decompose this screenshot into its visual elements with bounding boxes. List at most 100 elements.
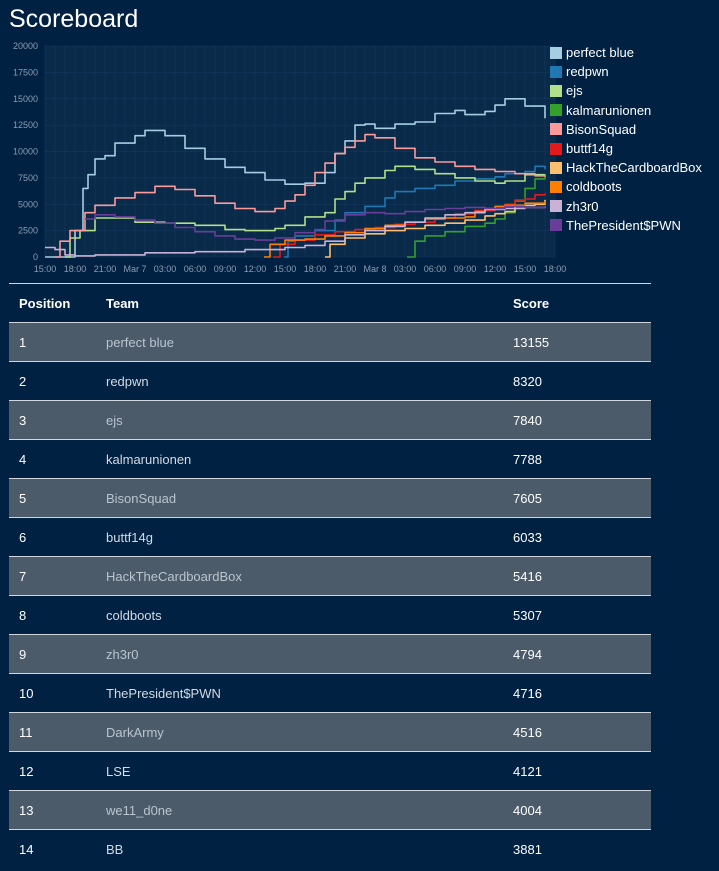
scoreboard-table: Position Team Score 1 perfect blue 13155 2 r… bbox=[9, 283, 651, 868]
legend-label: zh3r0 bbox=[566, 198, 599, 214]
legend-swatch bbox=[550, 200, 562, 213]
table-row: 10 ThePresident$PWN 4716 bbox=[9, 673, 651, 713]
legend-swatch bbox=[550, 123, 562, 136]
row-position: 13 bbox=[9, 790, 96, 830]
row-score: 4004 bbox=[503, 790, 651, 830]
legend-item[interactable]: kalmarunionen bbox=[550, 101, 702, 120]
y-tick-label: 20000 bbox=[13, 41, 38, 51]
table-row: 14 BB 3881 bbox=[9, 829, 651, 868]
table-row: 7 HackTheCardboardBox 5416 bbox=[9, 556, 651, 596]
legend-label: perfect blue bbox=[566, 45, 634, 61]
header-score[interactable]: Score bbox=[503, 283, 651, 323]
x-tick-label: 12:00 bbox=[244, 264, 267, 274]
header-team[interactable]: Team bbox=[96, 283, 503, 323]
row-position: 10 bbox=[9, 673, 96, 713]
legend-label: ThePresident$PWN bbox=[566, 217, 681, 233]
legend-item[interactable]: ThePresident$PWN bbox=[550, 216, 702, 235]
legend-item[interactable]: coldboots bbox=[550, 177, 702, 196]
y-tick-label: 0 bbox=[33, 252, 38, 262]
table-row: 12 LSE 4121 bbox=[9, 751, 651, 791]
row-team-name[interactable]: ThePresident$PWN bbox=[96, 673, 503, 713]
table-header-row: Position Team Score bbox=[9, 283, 651, 323]
page-title: Scoreboard bbox=[9, 5, 139, 33]
table-row: 6 buttf14g 6033 bbox=[9, 517, 651, 557]
legend-swatch bbox=[550, 84, 562, 97]
table-row: 2 redpwn 8320 bbox=[9, 361, 651, 401]
row-position: 8 bbox=[9, 595, 96, 635]
x-tick-label: 12:00 bbox=[484, 264, 507, 274]
legend-item[interactable]: buttf14g bbox=[550, 139, 702, 158]
row-team-name[interactable]: buttf14g bbox=[96, 517, 503, 557]
table-row: 4 kalmarunionen 7788 bbox=[9, 439, 651, 479]
row-position: 7 bbox=[9, 556, 96, 596]
row-score: 7605 bbox=[503, 478, 651, 518]
row-position: 11 bbox=[9, 712, 96, 752]
table-row: 8 coldboots 5307 bbox=[9, 595, 651, 635]
row-team-name[interactable]: BisonSquad bbox=[96, 478, 503, 518]
row-team-name[interactable]: HackTheCardboardBox bbox=[96, 556, 503, 596]
row-position: 2 bbox=[9, 361, 96, 401]
table-row: 11 DarkArmy 4516 bbox=[9, 712, 651, 752]
row-position: 9 bbox=[9, 634, 96, 674]
legend-item[interactable]: perfect blue bbox=[550, 43, 702, 62]
x-tick-label: 21:00 bbox=[334, 264, 357, 274]
x-tick-label: Mar 8 bbox=[363, 264, 386, 274]
x-tick-label: 18:00 bbox=[64, 264, 87, 274]
legend-label: coldboots bbox=[566, 179, 622, 195]
y-tick-label: 12500 bbox=[13, 120, 38, 130]
chart-legend: perfect blue redpwn ejs kalmarunionen BisonS… bbox=[550, 43, 702, 235]
x-tick-label: 18:00 bbox=[304, 264, 327, 274]
table-row: 9 zh3r0 4794 bbox=[9, 634, 651, 674]
row-team-name[interactable]: zh3r0 bbox=[96, 634, 503, 674]
row-team-name[interactable]: DarkArmy bbox=[96, 712, 503, 752]
row-team-name[interactable]: coldboots bbox=[96, 595, 503, 635]
table-row: 13 we11_d0ne 4004 bbox=[9, 790, 651, 830]
row-position: 3 bbox=[9, 400, 96, 440]
x-tick-label: 03:00 bbox=[154, 264, 177, 274]
row-team-name[interactable]: LSE bbox=[96, 751, 503, 791]
table-row: 5 BisonSquad 7605 bbox=[9, 478, 651, 518]
legend-label: kalmarunionen bbox=[566, 102, 652, 118]
legend-label: ejs bbox=[566, 83, 583, 99]
legend-swatch bbox=[550, 104, 562, 117]
row-team-name[interactable]: perfect blue bbox=[96, 322, 503, 362]
legend-label: HackTheCardboardBox bbox=[566, 160, 702, 176]
header-position[interactable]: Position bbox=[9, 283, 96, 323]
legend-item[interactable]: BisonSquad bbox=[550, 120, 702, 139]
row-score: 8320 bbox=[503, 361, 651, 401]
x-tick-label: 06:00 bbox=[184, 264, 207, 274]
legend-swatch bbox=[550, 65, 562, 78]
legend-item[interactable]: zh3r0 bbox=[550, 197, 702, 216]
legend-label: redpwn bbox=[566, 64, 609, 80]
x-tick-label: Mar 7 bbox=[123, 264, 146, 274]
row-team-name[interactable]: BB bbox=[96, 829, 503, 868]
row-score: 4794 bbox=[503, 634, 651, 674]
row-position: 14 bbox=[9, 829, 96, 868]
row-score: 6033 bbox=[503, 517, 651, 557]
row-score: 4716 bbox=[503, 673, 651, 713]
x-tick-label: 06:00 bbox=[424, 264, 447, 274]
legend-swatch bbox=[550, 142, 562, 155]
row-team-name[interactable]: kalmarunionen bbox=[96, 439, 503, 479]
legend-swatch bbox=[550, 161, 562, 174]
x-tick-label: 21:00 bbox=[94, 264, 117, 274]
row-score: 5307 bbox=[503, 595, 651, 635]
row-score: 4516 bbox=[503, 712, 651, 752]
row-position: 5 bbox=[9, 478, 96, 518]
row-team-name[interactable]: redpwn bbox=[96, 361, 503, 401]
row-score: 7840 bbox=[503, 400, 651, 440]
legend-item[interactable]: HackTheCardboardBox bbox=[550, 158, 702, 177]
table-row: 3 ejs 7840 bbox=[9, 400, 651, 440]
legend-swatch bbox=[550, 46, 562, 59]
row-position: 4 bbox=[9, 439, 96, 479]
x-tick-label: 09:00 bbox=[454, 264, 477, 274]
legend-label: BisonSquad bbox=[566, 121, 637, 137]
legend-item[interactable]: ejs bbox=[550, 81, 702, 100]
row-team-name[interactable]: we11_d0ne bbox=[96, 790, 503, 830]
legend-item[interactable]: redpwn bbox=[550, 62, 702, 81]
x-tick-label: 09:00 bbox=[214, 264, 237, 274]
y-tick-label: 15000 bbox=[13, 94, 38, 104]
y-tick-label: 2500 bbox=[18, 226, 38, 236]
x-tick-label: 03:00 bbox=[394, 264, 417, 274]
row-team-name[interactable]: ejs bbox=[96, 400, 503, 440]
